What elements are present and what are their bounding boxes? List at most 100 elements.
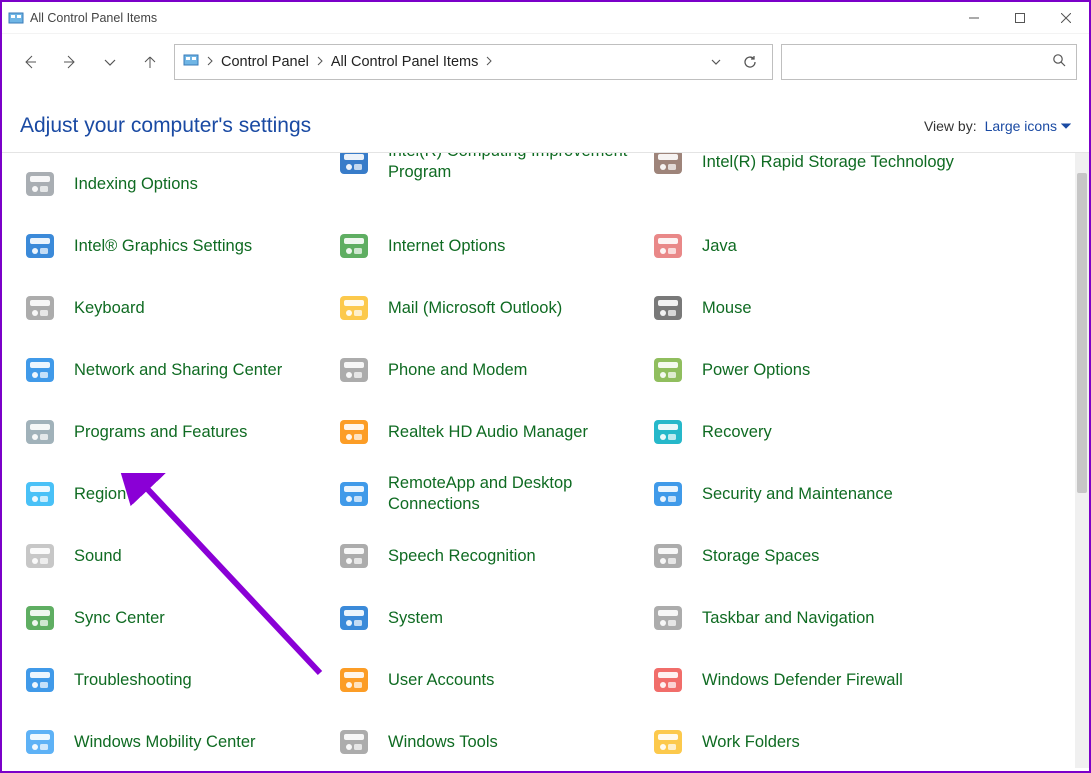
item-intel-rapid-storage-technology[interactable]: Intel(R) Rapid Storage Technology bbox=[648, 153, 988, 193]
item-label: Sync Center bbox=[74, 608, 165, 629]
indexing-options-icon bbox=[20, 164, 60, 204]
item-security-and-maintenance[interactable]: Security and Maintenance bbox=[648, 463, 988, 525]
item-label: Intel(R) Rapid Storage Technology bbox=[702, 153, 954, 172]
view-by: View by: Large icons bbox=[924, 118, 1071, 134]
item-mail-microsoft-outlook[interactable]: Mail (Microsoft Outlook) bbox=[334, 277, 634, 339]
item-label: Java bbox=[702, 236, 737, 257]
item-keyboard[interactable]: Keyboard bbox=[20, 277, 320, 339]
region-icon bbox=[20, 474, 60, 514]
item-windows-defender-firewall[interactable]: Windows Defender Firewall bbox=[648, 649, 988, 711]
user-accounts-icon bbox=[334, 660, 374, 700]
network-and-sharing-center-icon bbox=[20, 350, 60, 390]
internet-options-icon bbox=[334, 226, 374, 266]
vertical-scrollbar[interactable] bbox=[1075, 153, 1089, 768]
breadcrumb-control-panel[interactable]: Control Panel bbox=[221, 54, 309, 70]
app-icon bbox=[8, 10, 24, 26]
phone-and-modem-icon bbox=[334, 350, 374, 390]
item-label: Intel(R) Computing Improvement Program bbox=[388, 153, 634, 183]
scrollbar-thumb[interactable] bbox=[1077, 173, 1087, 493]
view-by-dropdown[interactable]: Large icons bbox=[985, 118, 1071, 134]
system-icon bbox=[334, 598, 374, 638]
item-sound[interactable]: Sound bbox=[20, 525, 320, 587]
view-by-value: Large icons bbox=[985, 118, 1057, 134]
address-icon bbox=[183, 52, 199, 72]
address-dropdown[interactable] bbox=[702, 48, 730, 76]
close-button[interactable] bbox=[1043, 2, 1089, 34]
back-button[interactable] bbox=[14, 46, 46, 78]
content-area: Indexing Options Intel(R) Computing Impr… bbox=[2, 153, 1089, 768]
item-internet-options[interactable]: Internet Options bbox=[334, 215, 634, 277]
programs-and-features-icon bbox=[20, 412, 60, 452]
up-button[interactable] bbox=[134, 46, 166, 78]
item-remoteapp-and-desktop-connections[interactable]: RemoteApp and Desktop Connections bbox=[334, 463, 634, 525]
mouse-icon bbox=[648, 288, 688, 328]
item-label: RemoteApp and Desktop Connections bbox=[388, 473, 634, 514]
power-options-icon bbox=[648, 350, 688, 390]
realtek-hd-audio-manager-icon bbox=[334, 412, 374, 452]
item-recovery[interactable]: Recovery bbox=[648, 401, 988, 463]
title-bar: All Control Panel Items bbox=[2, 2, 1089, 34]
item-power-options[interactable]: Power Options bbox=[648, 339, 988, 401]
item-network-and-sharing-center[interactable]: Network and Sharing Center bbox=[20, 339, 320, 401]
keyboard-icon bbox=[20, 288, 60, 328]
windows-defender-firewall-icon bbox=[648, 660, 688, 700]
item-label: User Accounts bbox=[388, 670, 494, 691]
forward-button[interactable] bbox=[54, 46, 86, 78]
item-java[interactable]: Java bbox=[648, 215, 988, 277]
windows-mobility-center-icon bbox=[20, 722, 60, 762]
item-system[interactable]: System bbox=[334, 587, 634, 649]
item-intel-computing-improvement-program[interactable]: Intel(R) Computing Improvement Program bbox=[334, 153, 634, 193]
item-label: Internet Options bbox=[388, 236, 505, 257]
item-taskbar-and-navigation[interactable]: Taskbar and Navigation bbox=[648, 587, 988, 649]
item-label: Windows Defender Firewall bbox=[702, 670, 903, 691]
windows-tools-icon bbox=[334, 722, 374, 762]
item-label: Programs and Features bbox=[74, 422, 247, 443]
item-programs-and-features[interactable]: Programs and Features bbox=[20, 401, 320, 463]
search-icon bbox=[1052, 53, 1066, 72]
item-label: Mail (Microsoft Outlook) bbox=[388, 298, 562, 319]
item-region[interactable]: Region bbox=[20, 463, 320, 525]
page-title: Adjust your computer's settings bbox=[20, 114, 311, 138]
item-realtek-hd-audio-manager[interactable]: Realtek HD Audio Manager bbox=[334, 401, 634, 463]
item-label: Indexing Options bbox=[74, 174, 198, 195]
item-speech-recognition[interactable]: Speech Recognition bbox=[334, 525, 634, 587]
item-label: Mouse bbox=[702, 298, 752, 319]
item-sync-center[interactable]: Sync Center bbox=[20, 587, 320, 649]
item-windows-mobility-center[interactable]: Windows Mobility Center bbox=[20, 711, 320, 768]
item-label: Troubleshooting bbox=[74, 670, 192, 691]
minimize-button[interactable] bbox=[951, 2, 997, 34]
intel-computing-improvement-program-icon bbox=[334, 153, 374, 182]
item-work-folders[interactable]: Work Folders bbox=[648, 711, 988, 768]
item-indexing-options[interactable]: Indexing Options bbox=[20, 153, 320, 215]
security-and-maintenance-icon bbox=[648, 474, 688, 514]
recent-button[interactable] bbox=[94, 46, 126, 78]
page-header: Adjust your computer's settings View by:… bbox=[2, 90, 1089, 153]
taskbar-and-navigation-icon bbox=[648, 598, 688, 638]
maximize-button[interactable] bbox=[997, 2, 1043, 34]
item-label: Phone and Modem bbox=[388, 360, 527, 381]
item-label: Taskbar and Navigation bbox=[702, 608, 874, 629]
mail-microsoft-outlook-icon bbox=[334, 288, 374, 328]
item-label: Keyboard bbox=[74, 298, 145, 319]
item-storage-spaces[interactable]: Storage Spaces bbox=[648, 525, 988, 587]
item-label: Sound bbox=[74, 546, 122, 567]
item-windows-tools[interactable]: Windows Tools bbox=[334, 711, 634, 768]
item-user-accounts[interactable]: User Accounts bbox=[334, 649, 634, 711]
item-label: Recovery bbox=[702, 422, 772, 443]
sync-center-icon bbox=[20, 598, 60, 638]
chevron-right-icon bbox=[205, 54, 215, 70]
refresh-button[interactable] bbox=[736, 48, 764, 76]
item-label: Windows Tools bbox=[388, 732, 498, 753]
chevron-right-icon bbox=[484, 54, 494, 70]
navigation-row: Control Panel All Control Panel Items bbox=[2, 34, 1089, 90]
item-label: Realtek HD Audio Manager bbox=[388, 422, 588, 443]
item-intel-graphics-settings[interactable]: Intel® Graphics Settings bbox=[20, 215, 320, 277]
item-mouse[interactable]: Mouse bbox=[648, 277, 988, 339]
item-troubleshooting[interactable]: Troubleshooting bbox=[20, 649, 320, 711]
intel-rapid-storage-technology-icon bbox=[648, 153, 688, 182]
address-bar[interactable]: Control Panel All Control Panel Items bbox=[174, 44, 773, 80]
item-phone-and-modem[interactable]: Phone and Modem bbox=[334, 339, 634, 401]
search-box[interactable] bbox=[781, 44, 1077, 80]
breadcrumb-all-items[interactable]: All Control Panel Items bbox=[331, 54, 478, 70]
storage-spaces-icon bbox=[648, 536, 688, 576]
